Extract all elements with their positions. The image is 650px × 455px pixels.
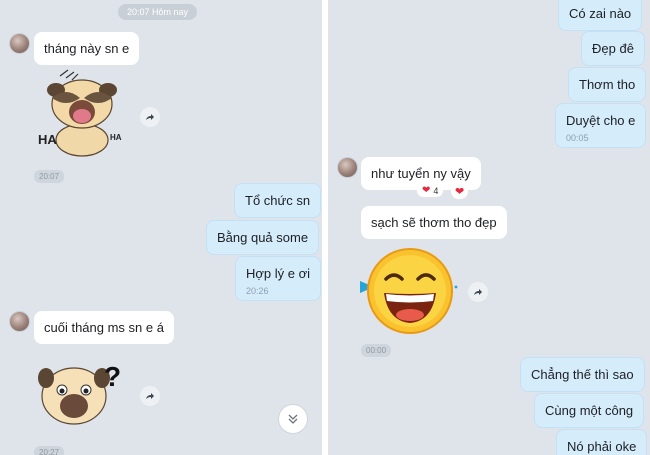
- sent-message[interactable]: Duyệt cho e 00:05: [555, 103, 647, 148]
- scroll-to-bottom-button[interactable]: [278, 404, 308, 434]
- received-message[interactable]: sạch sẽ thơm tho đẹp: [361, 206, 507, 239]
- share-button[interactable]: [140, 386, 160, 406]
- heart-icon: ❤: [422, 185, 431, 196]
- message-text: Duyệt cho e: [566, 113, 636, 128]
- pug-laughing-icon: HA HA: [38, 69, 122, 157]
- reaction-count: 4: [433, 185, 439, 196]
- message-text: Cùng một công: [545, 403, 634, 418]
- sticker-ha-text-small: HA: [110, 133, 122, 142]
- sent-message[interactable]: Đẹp đê: [581, 31, 645, 66]
- message-text: Bằng quả some: [217, 230, 309, 245]
- contact-avatar[interactable]: [9, 311, 30, 332]
- left-chat-panel: 20:07 Hôm nay tháng này sn e HA HA 20:07…: [0, 0, 322, 455]
- message-time: 20:07: [34, 170, 65, 183]
- message-text: Tổ chức sn: [245, 193, 311, 208]
- message-time: 00:00: [361, 344, 392, 357]
- laughing-emoji-sticker[interactable]: [356, 247, 458, 335]
- sent-message[interactable]: Chẳng thế thì sao: [520, 357, 645, 392]
- message-time: 20:27: [34, 446, 65, 455]
- forward-arrow-icon: [146, 393, 154, 399]
- sent-message[interactable]: Có zai nào: [558, 0, 643, 31]
- message-time: 20:26: [246, 286, 269, 296]
- heart-icon: ❤: [455, 186, 465, 198]
- sent-message[interactable]: Thơm tho: [568, 67, 647, 102]
- react-button[interactable]: ❤: [451, 184, 469, 199]
- laughing-face-icon: [360, 248, 458, 334]
- message-text: Hợp lý e ơi: [246, 266, 311, 281]
- forward-arrow-icon: [474, 289, 482, 295]
- sent-message[interactable]: Bằng quả some: [206, 220, 320, 255]
- share-button[interactable]: [140, 107, 160, 127]
- message-text: cuối tháng ms sn e á: [44, 320, 164, 335]
- double-chevron-down-icon: [288, 414, 298, 424]
- pug-question-sticker[interactable]: ?: [38, 360, 128, 432]
- sent-message[interactable]: Hợp lý e ơi 20:26: [235, 256, 322, 301]
- pug-confused-icon: ?: [38, 361, 121, 425]
- received-message[interactable]: cuối tháng ms sn e á: [34, 311, 174, 344]
- message-text: Đẹp đê: [592, 41, 634, 56]
- pug-laughing-sticker[interactable]: HA HA: [38, 68, 126, 160]
- sticker-ha-text: HA: [38, 132, 57, 147]
- sent-message[interactable]: Tổ chức sn: [234, 183, 322, 218]
- message-text: Nó phải oke: [567, 439, 637, 454]
- message-text: như tuyển ny vậy: [371, 166, 471, 181]
- message-text: Có zai nào: [569, 6, 632, 21]
- message-text: sạch sẽ thơm tho đẹp: [371, 215, 497, 230]
- share-button[interactable]: [468, 282, 488, 302]
- sent-message[interactable]: Nó phải oke: [556, 429, 648, 455]
- message-text: tháng này sn e: [44, 41, 130, 56]
- sticker-question-text: ?: [104, 361, 121, 392]
- received-message[interactable]: tháng này sn e: [34, 32, 140, 65]
- right-chat-panel: Có zai nào Đẹp đê Thơm tho Duyệt cho e 0…: [328, 0, 650, 455]
- message-text: Chẳng thế thì sao: [531, 367, 634, 382]
- forward-arrow-icon: [146, 114, 154, 120]
- sent-message[interactable]: Cùng một công: [534, 393, 645, 428]
- contact-avatar[interactable]: [337, 157, 358, 178]
- date-separator: 20:07 Hôm nay: [118, 4, 198, 20]
- reaction-summary[interactable]: ❤ 4: [417, 184, 444, 197]
- message-text: Thơm tho: [579, 77, 636, 92]
- contact-avatar[interactable]: [9, 33, 30, 54]
- message-time: 00:05: [566, 133, 589, 143]
